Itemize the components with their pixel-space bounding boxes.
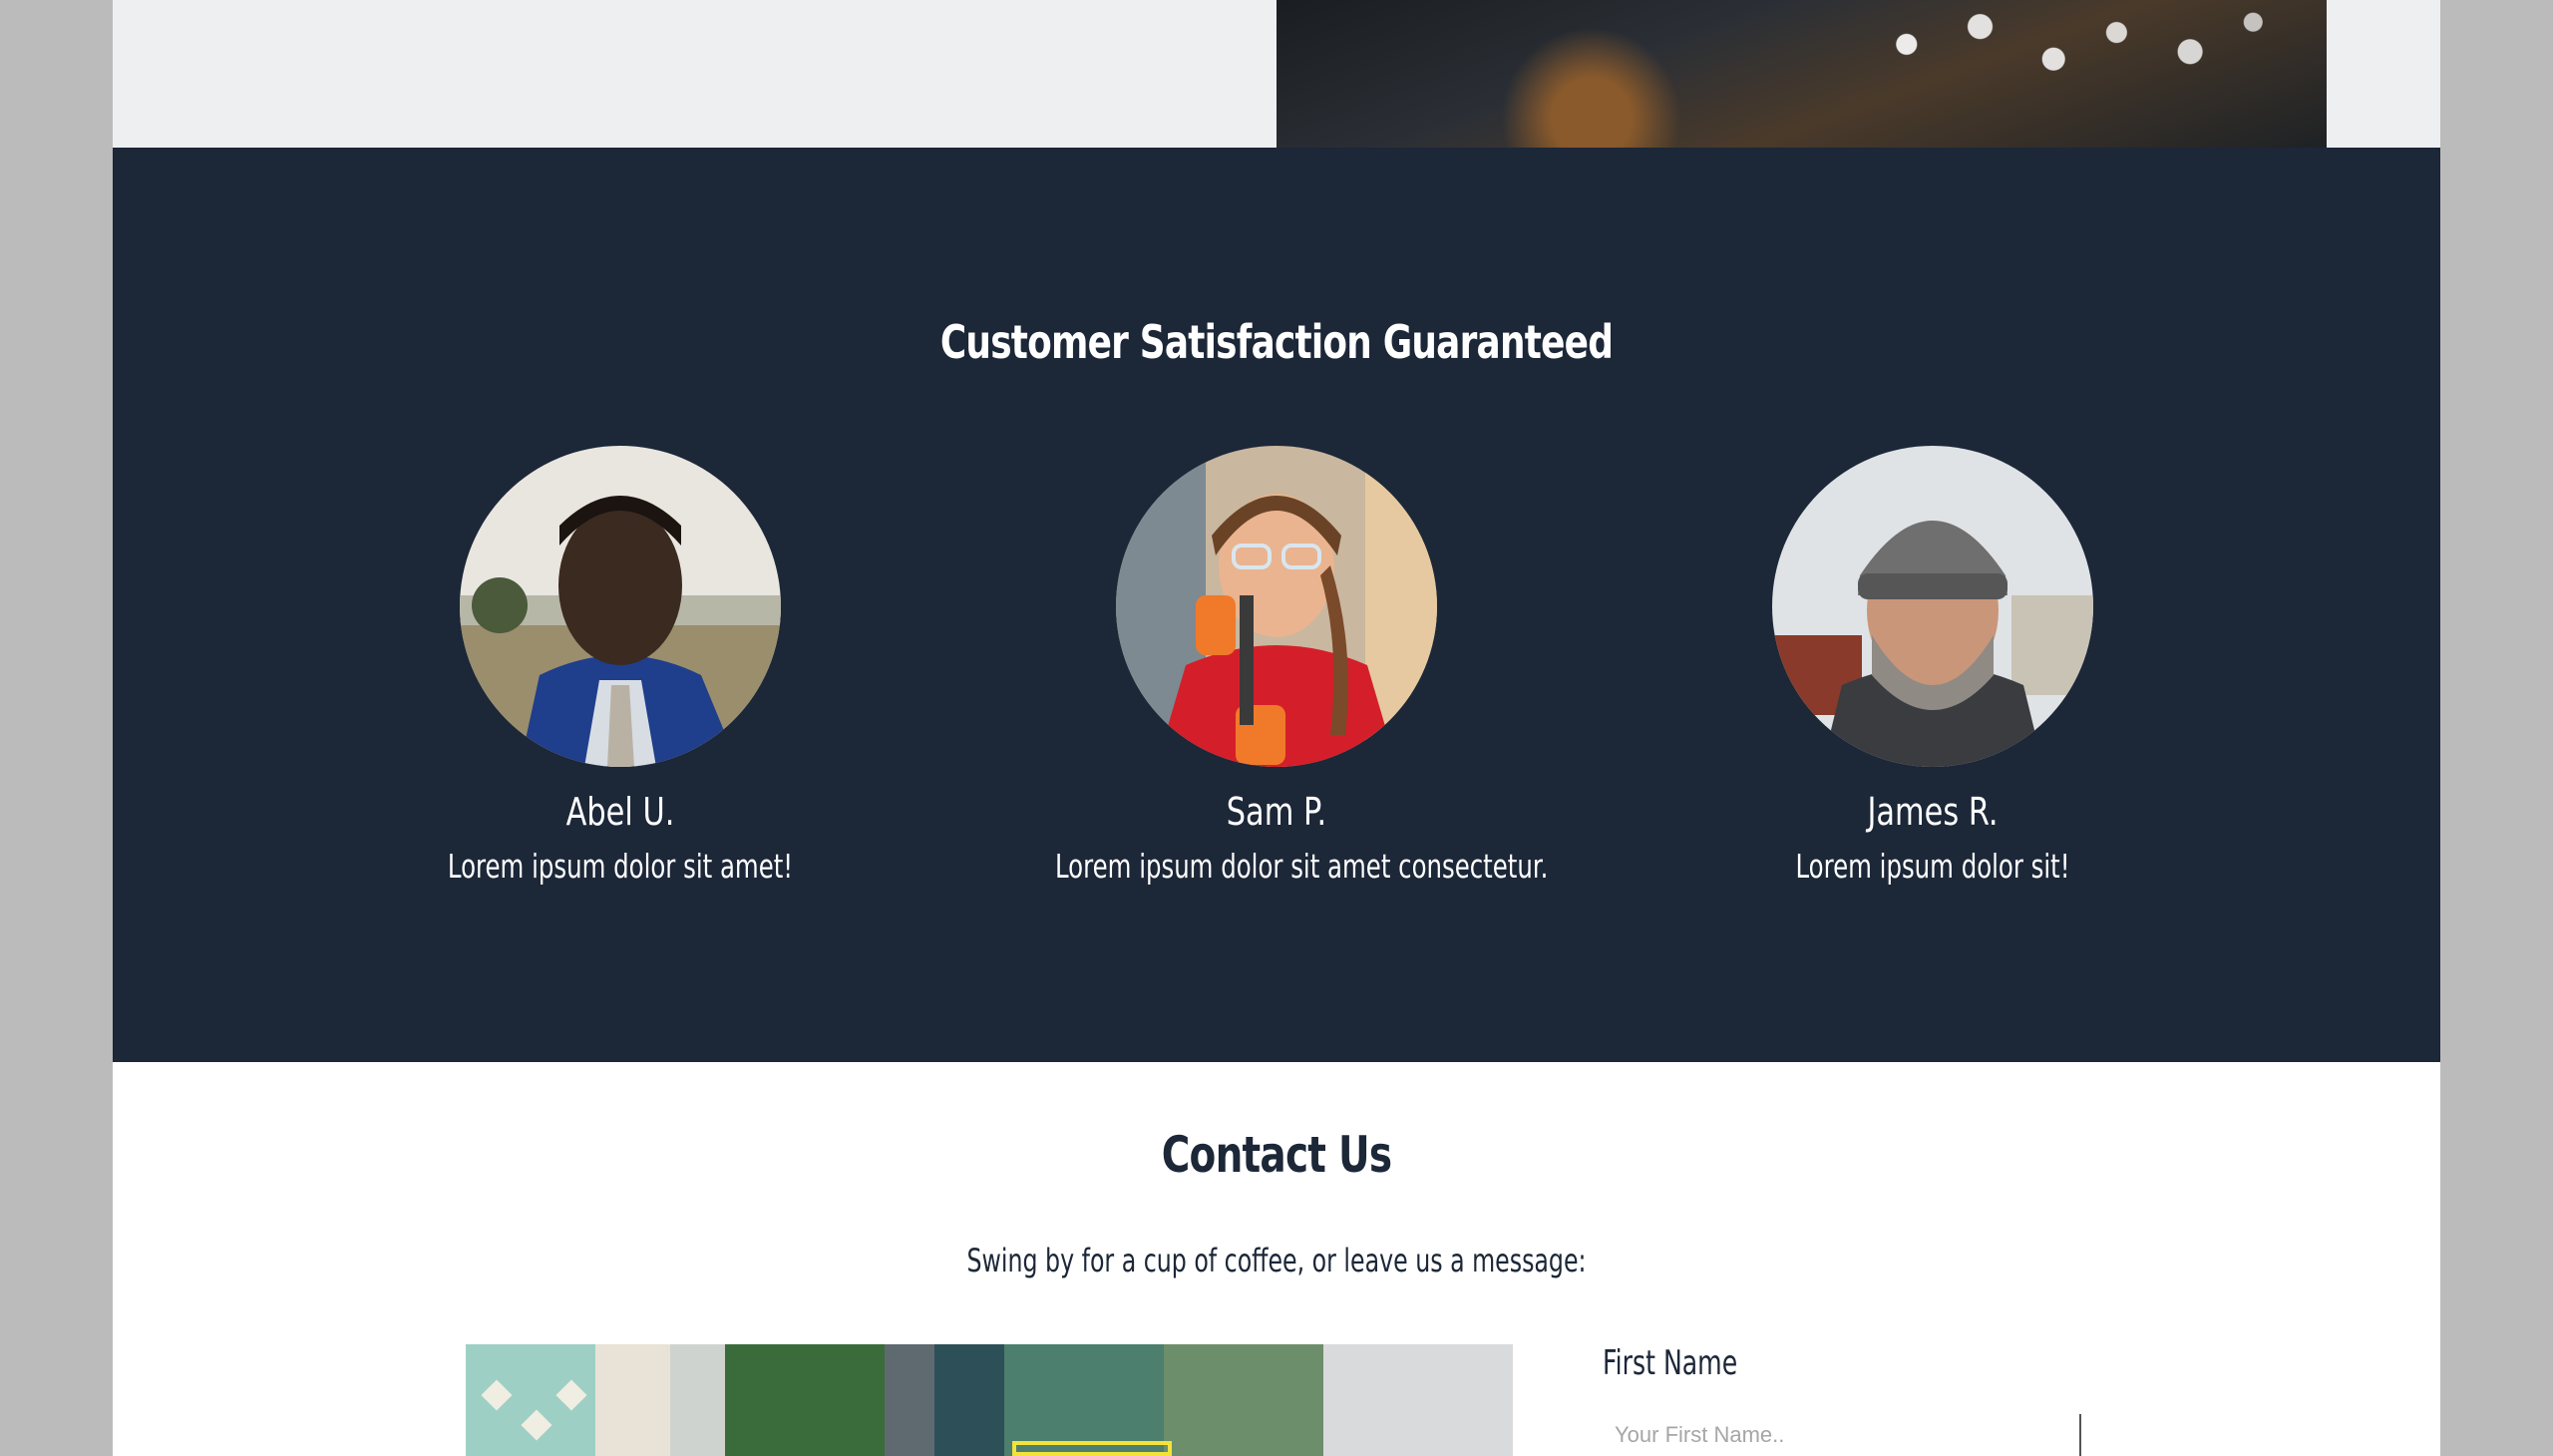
testimonials-section: Customer Satisfaction Guaranteed Abel U.… (113, 148, 2440, 1062)
testimonial-quote: Lorem ipsum dolor sit! (1795, 847, 2070, 886)
contact-section: Contact Us Swing by for a cup of coffee,… (113, 1062, 2440, 1456)
testimonial-card: James R. Lorem ipsum dolor sit! (1634, 446, 2232, 889)
avatar (460, 446, 781, 767)
testimonial-card: Abel U. Lorem ipsum dolor sit amet! (321, 446, 919, 889)
testimonial-card: Sam P. Lorem ipsum dolor sit amet consec… (977, 446, 1576, 889)
contact-aerial-photo (466, 1344, 1513, 1456)
avatar (1116, 446, 1437, 767)
contact-subtitle: Swing by for a cup of coffee, or leave u… (966, 1242, 1587, 1279)
testimonial-name: Sam P. (1226, 790, 1327, 834)
testimonial-quote: Lorem ipsum dolor sit amet consectetur. (1055, 847, 1549, 886)
testimonial-quote: Lorem ipsum dolor sit amet! (447, 847, 794, 886)
testimonial-name: James R. (1867, 790, 1999, 834)
testimonial-name: Abel U. (565, 790, 675, 834)
page: Customer Satisfaction Guaranteed Abel U.… (113, 0, 2440, 1456)
avatar (1772, 446, 2093, 767)
testimonials-title: Customer Satisfaction Guaranteed (939, 315, 1614, 369)
contact-title: Contact Us (1161, 1126, 1392, 1184)
first-name-label: First Name (1603, 1343, 1738, 1383)
top-hero-photo (1276, 0, 2327, 148)
first-name-input[interactable] (1603, 1414, 2081, 1456)
